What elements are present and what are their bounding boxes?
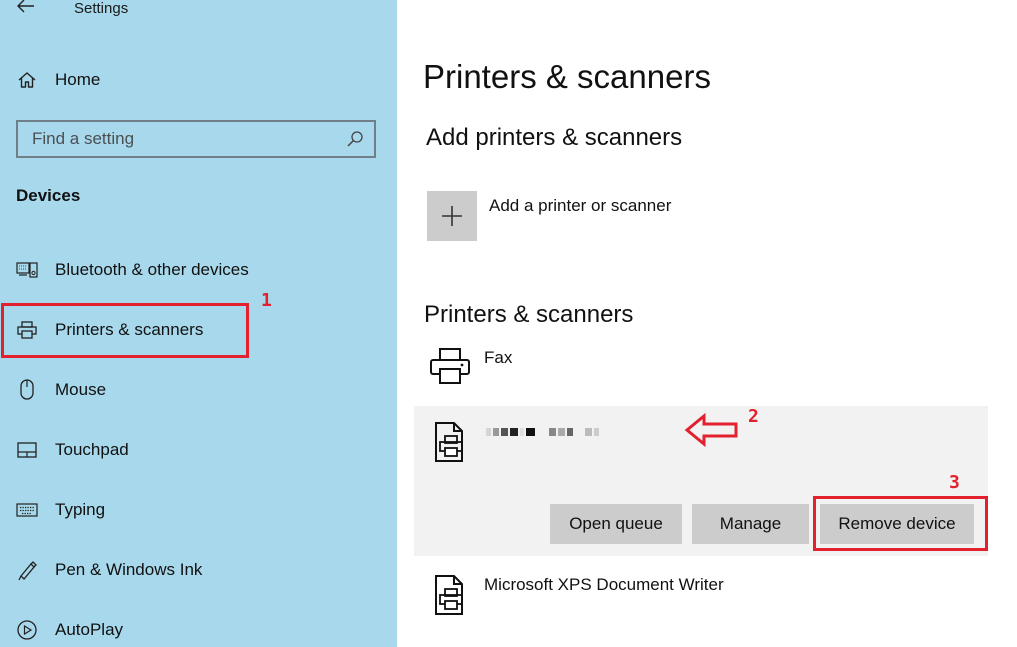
nav-pen[interactable]: Pen & Windows Ink: [0, 550, 397, 590]
back-button[interactable]: [14, 0, 38, 16]
nav-touchpad-label: Touchpad: [55, 440, 129, 459]
bluetooth-devices-icon: [16, 259, 38, 281]
home-icon: [16, 69, 38, 91]
section-heading-devices: Devices: [16, 186, 81, 205]
plus-icon: [442, 206, 462, 226]
nav-autoplay-label: AutoPlay: [55, 620, 124, 639]
page-title: Printers & scanners: [423, 58, 711, 95]
nav-autoplay[interactable]: AutoPlay: [0, 610, 397, 647]
annotation-box-1: [1, 303, 249, 358]
search-box[interactable]: [16, 120, 376, 158]
open-queue-button[interactable]: Open queue: [550, 504, 682, 544]
nav-touchpad[interactable]: Touchpad: [0, 430, 397, 470]
nav-home-label: Home: [55, 70, 101, 89]
touchpad-icon: [16, 439, 38, 461]
manage-button[interactable]: Manage: [692, 504, 809, 544]
add-section-heading: Add printers & scanners: [426, 124, 683, 151]
nav-pen-label: Pen & Windows Ink: [55, 560, 203, 579]
back-arrow-icon: [17, 0, 34, 13]
nav-typing-label: Typing: [55, 500, 106, 519]
nav-bluetooth[interactable]: Bluetooth & other devices: [0, 250, 397, 290]
document-printer-icon: [435, 575, 463, 615]
redacted-printer-name: [486, 426, 599, 438]
annotation-number-2: 2: [748, 406, 759, 427]
annotation-arrow-2: [684, 413, 738, 447]
printer-name-fax: Fax: [484, 348, 513, 367]
printer-row-xps[interactable]: Microsoft XPS Document Writer: [414, 565, 988, 629]
annotation-number-3: 3: [949, 472, 960, 493]
window-title: Settings: [74, 0, 129, 17]
search-icon[interactable]: [346, 130, 364, 148]
pen-icon: [16, 559, 38, 581]
nav-bluetooth-label: Bluetooth & other devices: [55, 260, 249, 279]
autoplay-icon: [16, 619, 38, 641]
keyboard-icon: [16, 499, 38, 521]
printer-row-fax[interactable]: Fax: [414, 340, 988, 400]
search-input[interactable]: [18, 122, 338, 156]
nav-typing[interactable]: Typing: [0, 490, 397, 530]
annotation-box-3: [813, 496, 988, 551]
add-printer-label[interactable]: Add a printer or scanner: [489, 196, 671, 216]
nav-home[interactable]: Home: [0, 60, 397, 100]
add-printer-button[interactable]: [427, 191, 477, 241]
mouse-icon: [16, 379, 38, 401]
annotation-number-1: 1: [261, 290, 272, 311]
printers-section-heading: Printers & scanners: [424, 301, 634, 328]
printer-name-xps: Microsoft XPS Document Writer: [484, 575, 724, 594]
nav-mouse-label: Mouse: [55, 380, 107, 399]
document-printer-icon: [435, 422, 463, 462]
fax-printer-icon: [430, 348, 470, 384]
nav-mouse[interactable]: Mouse: [0, 370, 397, 410]
